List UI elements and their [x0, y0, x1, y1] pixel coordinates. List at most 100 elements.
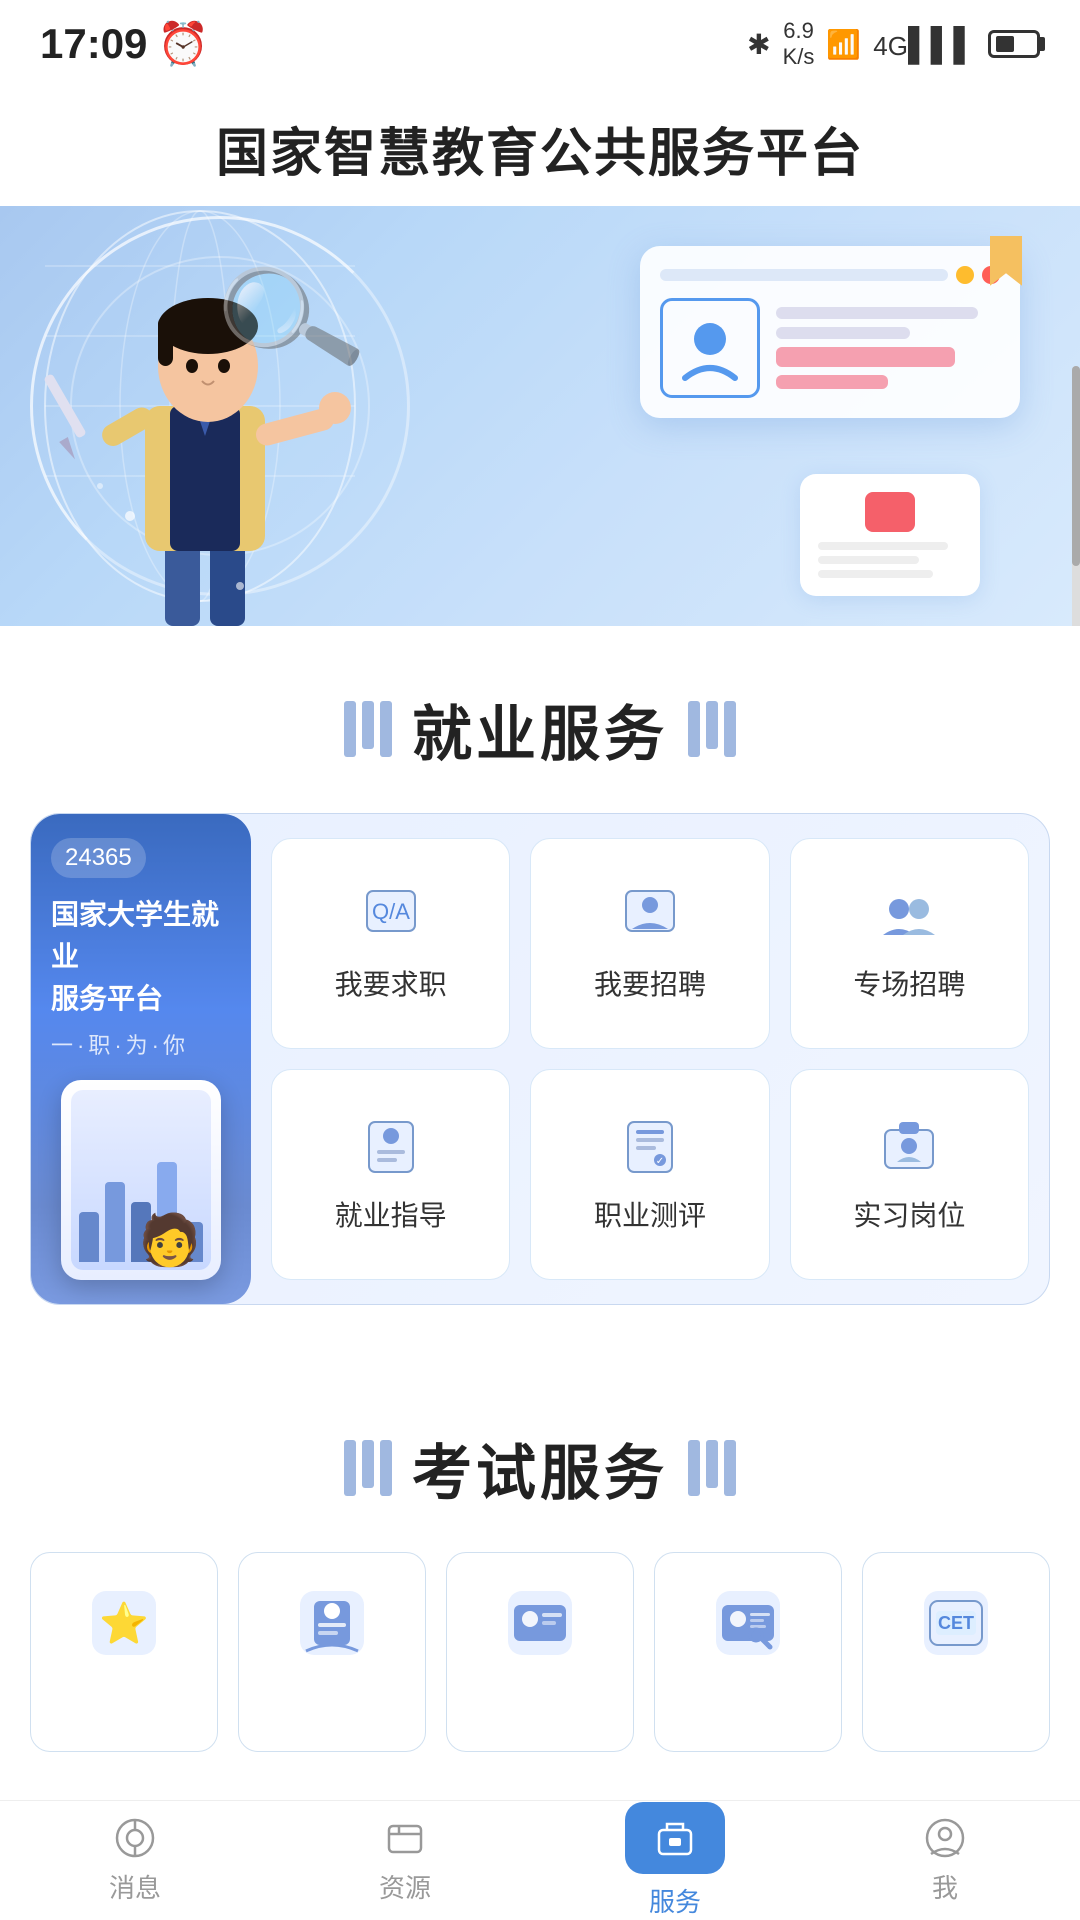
employment-left-panel: 24365 国家大学生就业 服务平台 一·职·为·你 [31, 814, 251, 1304]
phone-mockup: 🧑 [61, 1080, 221, 1280]
wifi-icon: 📶 [826, 28, 861, 61]
service-label-2: 专场招聘 [853, 963, 965, 1003]
alarm-icon: ⏰ [157, 20, 209, 69]
exam-cards-row: ⭐ [30, 1552, 1050, 1752]
phone-screen: 🧑 [71, 1090, 211, 1270]
exam-icon-1 [292, 1583, 372, 1663]
banner: 🔍 [0, 206, 1080, 626]
emp-person-icon: 🧑 [139, 1211, 201, 1270]
exam-bar5 [706, 1440, 718, 1488]
nav-item-message[interactable]: 消息 [0, 1806, 270, 1915]
banner-doc-card [800, 474, 980, 596]
svg-text:Q/A: Q/A [372, 899, 410, 924]
bluetooth-icon: ✱ [747, 28, 770, 61]
emp-platform-title: 国家大学生就业 服务平台 [51, 894, 231, 1020]
nav-label-profile: 我 [932, 1868, 958, 1905]
page-title: 国家智慧教育公共服务平台 [0, 111, 1080, 186]
nav-active-bg [625, 1802, 725, 1874]
internship-icon [877, 1114, 941, 1178]
exam-icon-2 [500, 1583, 580, 1663]
emp-badge: 24365 [51, 838, 146, 878]
card-info-lines [776, 307, 1000, 389]
job-search-icon: Q/A [359, 883, 423, 947]
service-label-5: 实习岗位 [853, 1194, 965, 1234]
exam-card-2[interactable] [446, 1552, 634, 1752]
message-icon [113, 1816, 157, 1860]
service-item-recruit[interactable]: 我要招聘 [530, 838, 769, 1049]
service-label-1: 我要招聘 [594, 963, 706, 1003]
status-icons: ✱ 6.9K/s 📶 4G▌▌▌ [747, 18, 1040, 71]
avatar-svg [675, 313, 745, 383]
emp-illustration: 🧑 [51, 1080, 231, 1280]
cet-icon: CET [916, 1583, 996, 1663]
exam-bar2 [362, 1440, 374, 1488]
avatar-frame [660, 298, 760, 398]
page-header: 国家智慧教育公共服务平台 [0, 81, 1080, 206]
status-time: 17:09 ⏰ [40, 20, 210, 69]
nav-item-profile[interactable]: 我 [810, 1806, 1080, 1915]
bar3 [380, 701, 392, 757]
service-icon-active [653, 1816, 697, 1860]
time-display: 17:09 [40, 20, 147, 68]
svg-text:CET: CET [938, 1613, 974, 1633]
service-item-job-search[interactable]: Q/A 我要求职 [271, 838, 510, 1049]
assessment-icon: ✓ [618, 1114, 682, 1178]
nav-label-service: 服务 [649, 1882, 701, 1919]
exam-bar1 [344, 1440, 356, 1496]
card-content [660, 298, 1000, 398]
scrollbar[interactable] [1072, 366, 1080, 626]
nav-item-service[interactable]: 服务 [540, 1792, 810, 1920]
bar5 [706, 701, 718, 749]
bottom-navigation: 消息 资源 服务 我 [0, 1800, 1080, 1920]
emp-subtitle: 一·职·为·你 [51, 1028, 231, 1060]
exam-title-decorator-right [688, 1440, 736, 1496]
service-item-guidance[interactable]: 就业指导 [271, 1069, 510, 1280]
service-item-assessment[interactable]: ✓ 职业测评 [530, 1069, 769, 1280]
svg-text:⭐: ⭐ [99, 1600, 149, 1646]
card-window-controls [660, 266, 1000, 284]
recruit-icon [618, 883, 682, 947]
scrollbar-thumb[interactable] [1072, 366, 1080, 566]
employment-section-title: 就业服务 [0, 626, 1080, 813]
employment-title-text: 就业服务 [412, 686, 668, 773]
employment-card: 24365 国家大学生就业 服务平台 一·职·为·你 [30, 813, 1050, 1305]
exam-card-0[interactable]: ⭐ [30, 1552, 218, 1752]
svg-text:✓: ✓ [656, 1156, 664, 1167]
employment-services-grid: Q/A 我要求职 我要招聘 专场招聘 [251, 814, 1049, 1304]
resource-icon [383, 1816, 427, 1860]
service-label-0: 我要求职 [335, 963, 447, 1003]
bar2 [362, 701, 374, 749]
nav-label-resource: 资源 [379, 1868, 431, 1905]
battery-icon [988, 30, 1040, 58]
exam-title-decorator-left [344, 1440, 392, 1496]
exam-bar4 [688, 1440, 700, 1496]
nav-label-message: 消息 [109, 1868, 161, 1905]
signal-icon: 4G▌▌▌ [873, 26, 976, 63]
title-decorator-left [344, 701, 392, 757]
guidance-icon [359, 1114, 423, 1178]
exam-card-1[interactable] [238, 1552, 426, 1752]
exam-icon-0: ⭐ [84, 1583, 164, 1663]
bar4 [688, 701, 700, 757]
special-recruit-icon [877, 883, 941, 947]
bar6 [724, 701, 736, 757]
service-item-special-recruit[interactable]: 专场招聘 [790, 838, 1029, 1049]
nav-item-resource[interactable]: 资源 [270, 1806, 540, 1915]
exam-card-4[interactable]: CET [862, 1552, 1050, 1752]
exam-bar3 [380, 1440, 392, 1496]
exam-section-title: 考试服务 [0, 1365, 1080, 1552]
service-item-internship[interactable]: 实习岗位 [790, 1069, 1029, 1280]
status-bar: 17:09 ⏰ ✱ 6.9K/s 📶 4G▌▌▌ [0, 0, 1080, 81]
profile-icon [923, 1816, 967, 1860]
title-decorator-right [688, 701, 736, 757]
minimize-dot [956, 266, 974, 284]
service-label-3: 就业指导 [335, 1194, 447, 1234]
bar1 [344, 701, 356, 757]
doc-folder-icon [865, 492, 915, 532]
speed-display: 6.9K/s [783, 18, 815, 71]
exam-title-text: 考试服务 [412, 1425, 668, 1512]
exam-card-3[interactable] [654, 1552, 842, 1752]
employment-section: 24365 国家大学生就业 服务平台 一·职·为·你 [0, 813, 1080, 1365]
service-label-4: 职业测评 [594, 1194, 706, 1234]
exam-icon-3 [708, 1583, 788, 1663]
